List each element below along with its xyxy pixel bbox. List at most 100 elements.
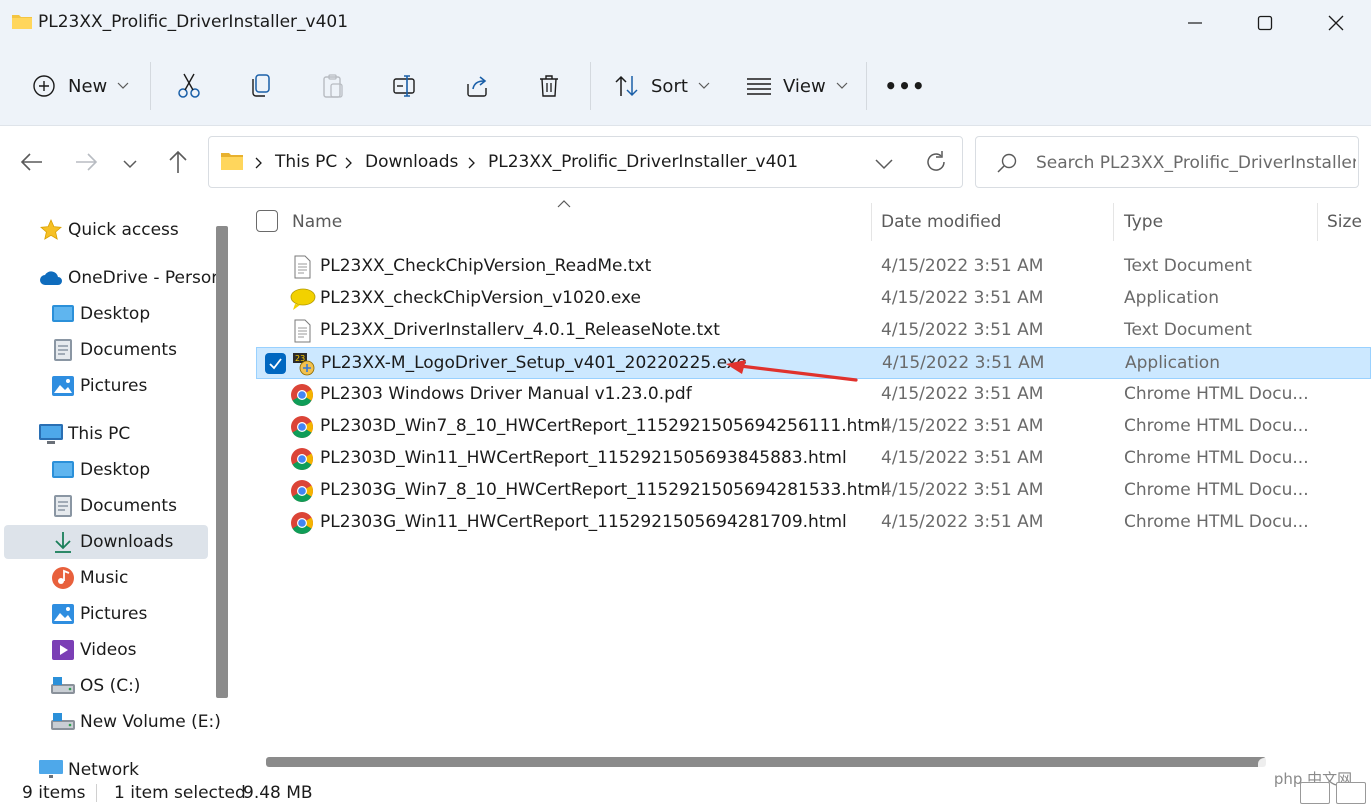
new-button[interactable]: New [24,63,134,109]
column-header-type[interactable]: Type [1124,212,1163,232]
file-type: Application [1125,353,1220,373]
file-type: Chrome HTML Docu... [1124,480,1309,500]
sidebar-item-label: Pictures [80,604,148,624]
see-more-button[interactable]: ••• [880,63,930,109]
trash-icon [540,75,558,97]
file-type: Chrome HTML Docu... [1124,448,1309,468]
sidebar-item[interactable]: Pictures [4,369,208,403]
maximize-icon [1257,15,1273,31]
chevron-down-icon [117,82,129,89]
horizontal-scrollbar[interactable] [266,757,1266,767]
minimize-button[interactable] [1160,0,1230,46]
sidebar-item-label: This PC [68,424,131,444]
file-name: PL23XX_CheckChipVersion_ReadMe.txt [320,256,652,276]
sidebar-item-label: New Volume (E:) [80,712,221,732]
sidebar-item[interactable]: Desktop [4,297,208,331]
status-item-count: 9 items [22,783,86,803]
column-header-name[interactable]: Name [292,212,342,232]
file-row[interactable]: PL23XX_CheckChipVersion_ReadMe.txt 4/15/2… [256,251,1371,283]
search-placeholder: Search PL23XX_Prolific_DriverInstaller_v… [1036,153,1356,173]
column-divider[interactable] [871,203,872,241]
music-icon [50,566,76,590]
select-all-checkbox[interactable] [256,210,278,232]
sidebar-item[interactable]: Videos [4,633,208,667]
monitor-icon [38,422,64,446]
file-date: 4/15/2022 3:51 AM [881,416,1044,436]
view-label: View [783,75,826,97]
file-type: Text Document [1124,256,1252,276]
file-date: 4/15/2022 3:51 AM [881,480,1044,500]
cut-button[interactable] [166,63,212,109]
delete-button[interactable] [526,63,572,109]
file-row[interactable]: PL23XX_DriverInstallerv_4.0.1_ReleaseNot… [256,315,1371,347]
file-row[interactable]: PL2303G_Win7_8_10_HWCertReport_115292150… [256,475,1371,507]
sidebar-item[interactable]: Documents [4,333,208,367]
column-header-date[interactable]: Date modified [881,212,1001,232]
sidebar-item[interactable]: This PC [4,417,208,451]
sidebar-item[interactable]: OneDrive - Persor [4,261,218,295]
forward-button[interactable] [72,148,100,180]
minimize-icon [1188,22,1202,24]
column-header-size[interactable]: Size [1327,212,1362,232]
sidebar-item[interactable]: Downloads [4,525,208,559]
sort-button[interactable]: Sort [606,63,716,109]
sidebar-scrollbar[interactable] [216,226,228,698]
search-icon [997,153,1017,173]
chrome-icon [290,383,314,407]
clipboard-icon [323,74,343,98]
folder-icon [221,153,243,170]
back-button[interactable] [18,148,46,180]
share-button[interactable] [454,63,500,109]
rename-button[interactable] [382,63,428,109]
new-label: New [68,75,108,97]
desktop-folder-icon [50,302,76,326]
sidebar-item[interactable]: New Volume (E:) [4,705,221,739]
arrow-right-icon [76,153,98,171]
text-file-icon [290,255,314,279]
status-divider [96,784,97,802]
sidebar-item[interactable]: Quick access [4,213,208,247]
breadcrumb-downloads[interactable]: Downloads [365,152,458,172]
column-divider[interactable] [1113,203,1114,241]
up-button[interactable] [164,148,192,180]
sidebar-item[interactable]: Desktop [4,453,208,487]
app-exe-icon [290,287,316,311]
arrow-left-icon [20,153,42,171]
breadcrumb-this-pc[interactable]: This PC [275,152,337,172]
tiles-view-button[interactable] [1336,782,1366,804]
sidebar-item[interactable]: OS (C:) [4,669,208,703]
row-checkbox[interactable] [265,353,286,374]
view-button[interactable]: View [738,63,856,109]
file-type: Chrome HTML Docu... [1124,384,1309,404]
toolbar-separator [150,62,151,110]
chevron-down-icon [123,160,137,169]
file-name: PL2303 Windows Driver Manual v1.23.0.pdf [320,384,692,404]
copy-button[interactable] [238,63,284,109]
paste-button[interactable] [310,63,356,109]
column-divider[interactable] [1317,203,1318,241]
sidebar-item[interactable]: Documents [4,489,208,523]
pictures-folder-icon [50,602,76,626]
file-type: Text Document [1124,320,1252,340]
details-view-button[interactable] [1300,782,1330,804]
refresh-button[interactable] [924,150,948,178]
file-name: PL2303G_Win11_HWCertReport_1152921505694… [320,512,847,532]
file-row[interactable]: PL2303G_Win11_HWCertReport_1152921505694… [256,507,1371,539]
file-row[interactable]: PL23XX_checkChipVersion_v1020.exe 4/15/20… [256,283,1371,315]
breadcrumb-chevron-icon [255,157,262,169]
breadcrumb-current-folder[interactable]: PL23XX_Prolific_DriverInstaller_v401 [488,152,798,172]
scissors-icon [178,73,200,98]
toolbar-separator [590,62,591,110]
sidebar-item[interactable]: Music [4,561,208,595]
rename-icon [393,75,415,97]
recent-locations-button[interactable] [122,155,138,174]
address-history-button[interactable] [874,155,894,174]
toolbar-separator [866,62,867,110]
chrome-icon [290,511,314,535]
close-button[interactable] [1301,0,1371,46]
file-row[interactable]: PL2303D_Win11_HWCertReport_1152921505693… [256,443,1371,475]
file-row[interactable]: PL2303D_Win7_8_10_HWCertReport_115292150… [256,411,1371,443]
sidebar-item[interactable]: Pictures [4,597,208,631]
cloud-icon [38,266,64,290]
maximize-button[interactable] [1230,0,1300,46]
